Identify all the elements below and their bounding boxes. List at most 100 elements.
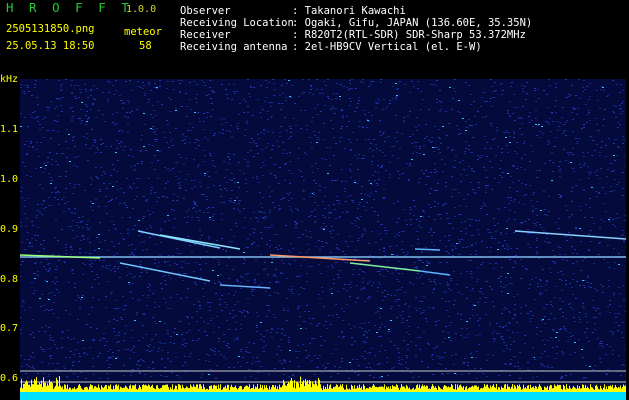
noise-speck bbox=[352, 202, 354, 203]
noise-speck bbox=[426, 136, 428, 137]
noise-speck bbox=[515, 263, 517, 264]
header-panel: H R O F F T 1.0.0 2505131850.png 25.05.1… bbox=[0, 0, 629, 78]
noise-speck bbox=[43, 137, 45, 138]
noise-speck bbox=[105, 196, 107, 197]
noise-speck bbox=[362, 82, 364, 83]
noise-speck bbox=[478, 344, 480, 345]
noise-speck bbox=[591, 217, 593, 218]
noise-speck bbox=[560, 195, 562, 196]
noise-speck bbox=[116, 357, 118, 358]
activity-bar bbox=[500, 389, 501, 392]
noise-speck bbox=[509, 210, 511, 211]
activity-bar bbox=[378, 387, 379, 392]
noise-speck bbox=[176, 264, 178, 265]
noise-speck bbox=[61, 89, 63, 90]
noise-speck bbox=[454, 246, 456, 247]
noise-speck bbox=[241, 312, 243, 313]
noise-speck bbox=[541, 293, 543, 294]
noise-speck bbox=[373, 139, 375, 140]
noise-speck bbox=[199, 182, 201, 183]
noise-speck bbox=[350, 287, 352, 288]
noise-speck bbox=[311, 166, 313, 167]
noise-speck bbox=[435, 321, 437, 322]
noise-speck bbox=[112, 356, 114, 357]
noise-speck bbox=[418, 376, 420, 377]
noise-speck bbox=[253, 232, 255, 233]
noise-speck bbox=[432, 147, 434, 148]
noise-speck bbox=[331, 288, 333, 289]
noise-speck bbox=[306, 129, 308, 130]
noise-speck bbox=[188, 209, 190, 210]
noise-speck bbox=[346, 290, 348, 291]
activity-bar bbox=[347, 388, 348, 392]
noise-speck bbox=[537, 125, 539, 126]
noise-speck bbox=[40, 167, 42, 168]
noise-speck bbox=[408, 334, 410, 335]
noise-speck bbox=[238, 187, 240, 188]
noise-speck bbox=[540, 210, 542, 211]
noise-speck bbox=[21, 197, 23, 198]
activity-bar bbox=[162, 385, 163, 392]
noise-speck bbox=[348, 324, 350, 325]
activity-bar bbox=[573, 386, 574, 392]
activity-bar bbox=[222, 389, 223, 392]
noise-speck bbox=[479, 334, 481, 335]
noise-speck bbox=[382, 300, 384, 301]
activity-bar bbox=[208, 389, 209, 392]
noise-speck bbox=[304, 152, 306, 153]
noise-speck bbox=[230, 229, 232, 230]
noise-speck bbox=[385, 108, 387, 109]
noise-speck bbox=[127, 117, 129, 118]
noise-speck bbox=[362, 79, 364, 80]
noise-speck bbox=[47, 376, 49, 377]
noise-speck bbox=[109, 364, 111, 365]
activity-bar bbox=[134, 385, 135, 392]
noise-speck bbox=[181, 106, 183, 107]
noise-speck bbox=[536, 376, 538, 377]
noise-speck bbox=[491, 238, 493, 239]
noise-speck bbox=[184, 143, 186, 144]
noise-speck bbox=[204, 155, 206, 156]
activity-bar bbox=[131, 388, 132, 392]
activity-bar bbox=[568, 388, 569, 392]
noise-speck bbox=[280, 199, 282, 200]
noise-speck bbox=[145, 270, 147, 271]
noise-speck bbox=[379, 150, 381, 151]
noise-speck bbox=[185, 136, 187, 137]
noise-speck bbox=[500, 281, 502, 282]
noise-speck bbox=[61, 347, 63, 348]
noise-speck bbox=[50, 355, 52, 356]
noise-speck bbox=[486, 142, 488, 143]
noise-speck bbox=[85, 124, 87, 125]
noise-speck bbox=[133, 170, 135, 171]
noise-speck bbox=[575, 228, 577, 229]
info-label-receiver: Receiver bbox=[180, 29, 231, 41]
noise-speck bbox=[181, 334, 183, 335]
noise-speck bbox=[81, 221, 83, 222]
noise-speck bbox=[321, 241, 323, 242]
noise-speck bbox=[45, 165, 47, 166]
noise-speck bbox=[283, 308, 285, 309]
noise-speck bbox=[139, 264, 141, 265]
noise-speck bbox=[285, 225, 287, 226]
noise-speck bbox=[603, 90, 605, 91]
noise-speck bbox=[258, 285, 260, 286]
noise-speck bbox=[220, 118, 222, 119]
activity-bar bbox=[36, 376, 37, 392]
noise-speck bbox=[565, 236, 567, 237]
noise-speck bbox=[619, 293, 621, 294]
noise-speck bbox=[495, 155, 497, 156]
noise-speck bbox=[194, 203, 196, 204]
noise-speck bbox=[606, 374, 608, 375]
activity-bar bbox=[80, 385, 81, 392]
noise-speck bbox=[108, 367, 110, 368]
noise-speck bbox=[466, 321, 468, 322]
noise-speck bbox=[204, 283, 206, 284]
noise-speck bbox=[576, 185, 578, 186]
noise-speck bbox=[565, 160, 567, 161]
noise-speck bbox=[244, 159, 246, 160]
noise-speck bbox=[196, 311, 198, 312]
noise-speck bbox=[354, 220, 356, 221]
noise-speck bbox=[246, 362, 248, 363]
noise-speck bbox=[63, 211, 65, 212]
